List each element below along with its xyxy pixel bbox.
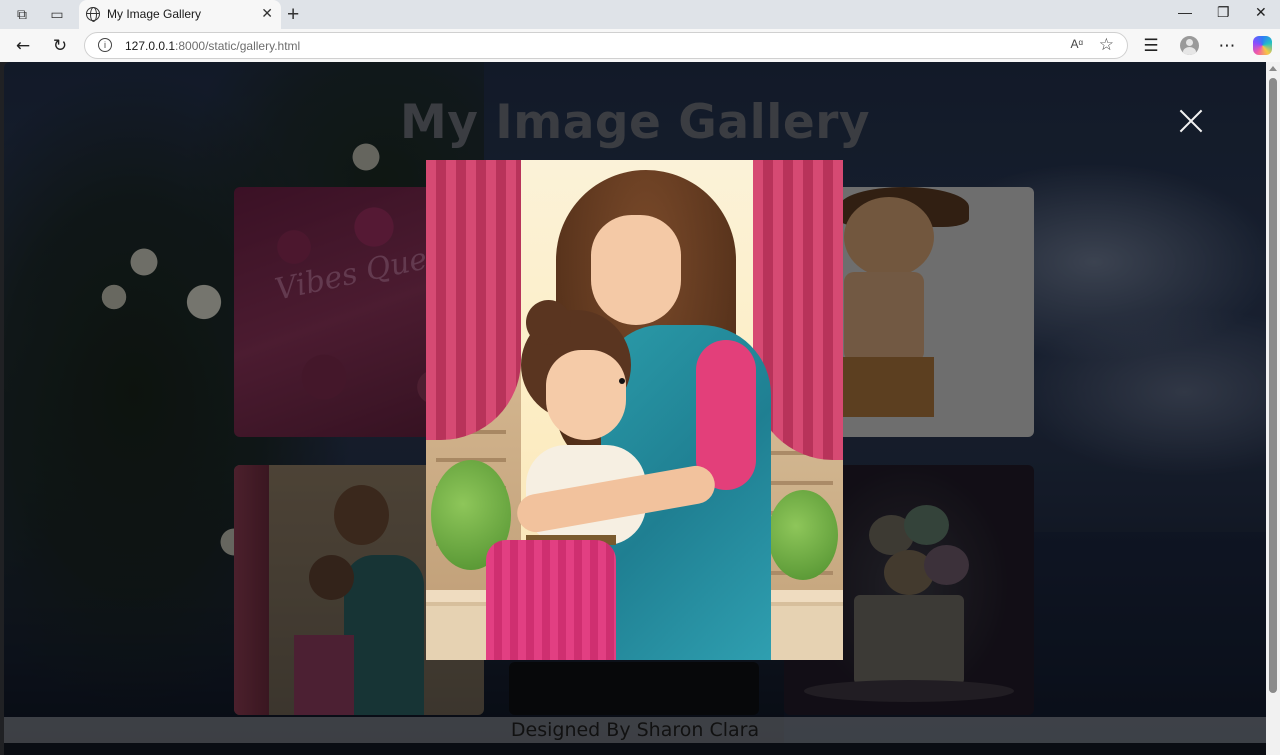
- favorites-icon[interactable]: ☰: [1140, 35, 1162, 57]
- url-text[interactable]: 127.0.0.1:8000/static/gallery.html: [125, 39, 300, 53]
- globe-icon: [86, 7, 100, 22]
- browser-toolbar: ← ↻ i 127.0.0.1:8000/static/gallery.html…: [0, 29, 1280, 62]
- tab-close-icon[interactable]: ✕: [261, 6, 273, 22]
- info-icon[interactable]: i: [98, 38, 112, 52]
- page-viewport: My Image Gallery Vibes Que Designed By S…: [4, 62, 1266, 755]
- address-bar[interactable]: i 127.0.0.1:8000/static/gallery.html Aᵅ …: [84, 32, 1128, 59]
- lightbox-image-mother-daughter-hug: [426, 160, 843, 660]
- more-icon[interactable]: ⋯: [1216, 35, 1238, 57]
- profile-avatar-icon[interactable]: [1180, 36, 1199, 55]
- copilot-icon[interactable]: [1253, 36, 1272, 55]
- read-aloud-icon[interactable]: Aᵅ: [1070, 37, 1083, 51]
- browser-tab-bar: ⧉ ▭ My Image Gallery ✕ + — ❐ ✕: [0, 0, 1280, 29]
- footer-strip: [4, 743, 1266, 755]
- maximize-button[interactable]: ❐: [1217, 4, 1230, 21]
- tab-actions-icon[interactable]: ▭: [47, 5, 67, 25]
- new-tab-button[interactable]: +: [287, 3, 299, 27]
- close-icon[interactable]: [1178, 108, 1204, 134]
- browser-tab-active[interactable]: My Image Gallery ✕: [79, 0, 281, 29]
- scroll-up-arrow-icon[interactable]: [1269, 66, 1277, 71]
- scrollbar-thumb[interactable]: [1269, 78, 1277, 693]
- workspaces-icon[interactable]: ⧉: [12, 5, 32, 25]
- minimize-button[interactable]: —: [1178, 4, 1192, 20]
- favorite-star-icon[interactable]: ☆: [1099, 35, 1114, 55]
- tab-title: My Image Gallery: [107, 7, 202, 21]
- reload-icon[interactable]: ↻: [49, 35, 71, 57]
- page-scrollbar[interactable]: [1266, 62, 1280, 755]
- page-footer: Designed By Sharon Clara: [4, 717, 1266, 743]
- back-arrow-icon[interactable]: ←: [12, 35, 34, 57]
- window-close-button[interactable]: ✕: [1255, 4, 1267, 21]
